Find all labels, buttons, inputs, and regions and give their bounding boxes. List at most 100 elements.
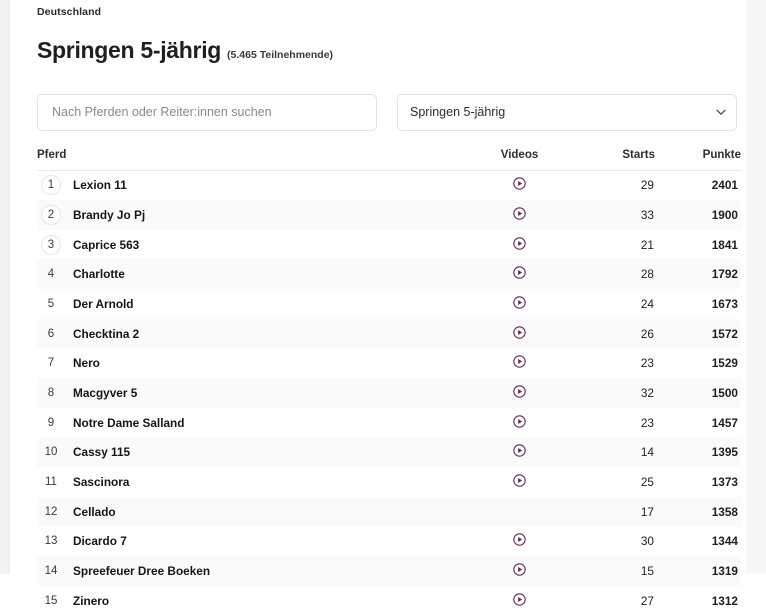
table-row[interactable]: 4Charlotte281792: [37, 259, 741, 289]
cell-horse: 7Nero: [37, 348, 472, 378]
table-row[interactable]: 8Macgyver 5321500: [37, 378, 741, 408]
cell-points: 1841: [655, 230, 741, 260]
page-title-row: Springen 5-jährig (5.465 Teilnehmende): [37, 21, 730, 80]
play-circle-icon[interactable]: [513, 593, 526, 606]
horse-cell: 5Der Arnold: [41, 294, 471, 314]
cell-points: 1792: [655, 259, 741, 289]
cell-horse: 12Cellado: [37, 497, 472, 527]
horse-name[interactable]: Checktina 2: [73, 327, 139, 341]
cell-points: 1572: [655, 319, 741, 349]
table-row[interactable]: 1Lexion 11292401: [37, 170, 741, 200]
rank-badge: 14: [41, 561, 61, 581]
cell-videos: [472, 586, 567, 616]
column-header-videos: Videos: [472, 149, 567, 171]
horse-cell: 9Notre Dame Salland: [41, 413, 471, 433]
rank-badge: 13: [41, 531, 61, 551]
horse-cell: 14 Spreefeuer Dree Boeken: [41, 561, 471, 581]
cell-videos: [472, 378, 567, 408]
cell-points: 1358: [655, 497, 741, 527]
cell-videos: [472, 200, 567, 230]
play-circle-icon[interactable]: [513, 296, 526, 309]
horse-cell: 1 Lexion 11: [41, 175, 471, 195]
horse-name[interactable]: Zinero: [73, 594, 109, 608]
play-circle-icon[interactable]: [513, 207, 526, 220]
horse-cell: 7Nero: [41, 353, 471, 373]
cell-videos: [472, 348, 567, 378]
page-title: Springen 5-jährig: [37, 36, 221, 64]
horse-cell: 15Zinero: [41, 591, 471, 611]
ranking-table: Pferd Videos Starts Punkte 1Lexion 11292…: [37, 149, 741, 616]
horse-name[interactable]: Notre Dame Salland: [73, 416, 184, 430]
participants-count: (5.465 Teilnehmende): [227, 48, 333, 62]
horse-name[interactable]: Der Arnold: [73, 297, 134, 311]
horse-cell: 13 Dicardo 7: [41, 531, 471, 551]
rank-badge: 4: [41, 264, 61, 284]
cell-points: 2401: [655, 170, 741, 200]
horse-name[interactable]: Lexion 11: [73, 178, 127, 192]
rank-badge: 6: [41, 324, 61, 344]
horse-name[interactable]: Sascinora: [73, 475, 129, 489]
table-row[interactable]: 10Cassy 115141395: [37, 438, 741, 468]
discipline-select[interactable]: Springen 5-jährig: [397, 94, 737, 131]
horse-cell: 10Cassy 115: [41, 442, 471, 462]
cell-starts: 15: [567, 556, 655, 586]
cell-horse: 1 Lexion 11: [37, 170, 472, 200]
table-row[interactable]: 9Notre Dame Salland 231457: [37, 408, 741, 438]
rank-badge: 2: [41, 205, 61, 225]
horse-name[interactable]: Caprice 563: [73, 238, 139, 252]
table-row[interactable]: 13 Dicardo 7 301344: [37, 527, 741, 557]
play-circle-icon[interactable]: [513, 563, 526, 576]
horse-name[interactable]: Macgyver 5: [73, 386, 137, 400]
table-row[interactable]: 15Zinero271312: [37, 586, 741, 616]
cell-starts: 21: [567, 230, 655, 260]
search-input[interactable]: [37, 94, 377, 131]
play-circle-icon[interactable]: [513, 533, 526, 546]
play-circle-icon[interactable]: [513, 177, 526, 190]
horse-name[interactable]: Nero: [73, 356, 100, 370]
cell-videos: [472, 319, 567, 349]
table-row[interactable]: 14Spreefeuer Dree Boeken151319: [37, 556, 741, 586]
horse-name[interactable]: Spreefeuer Dree Boeken: [73, 564, 210, 578]
horse-name[interactable]: Cellado: [73, 505, 116, 519]
page-frame: Deutschland Springen 5-jährig (5.465 Tei…: [0, 0, 766, 574]
cell-points: 1529: [655, 348, 741, 378]
table-row[interactable]: 3 Caprice 563 211841: [37, 230, 741, 260]
main-content: Deutschland Springen 5-jährig (5.465 Tei…: [10, 0, 746, 574]
cell-horse: 2 Brandy Jo Pj: [37, 200, 472, 230]
region-label: Deutschland: [37, 5, 730, 19]
play-circle-icon[interactable]: [513, 415, 526, 428]
table-row[interactable]: 12Cellado171358: [37, 497, 741, 527]
cell-points: 1344: [655, 527, 741, 557]
cell-starts: 30: [567, 527, 655, 557]
play-circle-icon[interactable]: [513, 326, 526, 339]
table-row[interactable]: 7Nero231529: [37, 348, 741, 378]
horse-name[interactable]: Brandy Jo Pj: [73, 208, 145, 222]
cell-horse: 15Zinero: [37, 586, 472, 616]
rank-badge: 3: [41, 235, 61, 255]
cell-videos: [472, 438, 567, 468]
horse-name[interactable]: Cassy 115: [73, 445, 130, 459]
cell-starts: 27: [567, 586, 655, 616]
cell-starts: 26: [567, 319, 655, 349]
discipline-select-wrapper: Springen 5-jährig: [397, 94, 737, 131]
table-row[interactable]: 11Sascinora251373: [37, 467, 741, 497]
play-circle-icon[interactable]: [513, 355, 526, 368]
cell-points: 1457: [655, 408, 741, 438]
play-circle-icon[interactable]: [513, 444, 526, 457]
cell-horse: 5Der Arnold: [37, 289, 472, 319]
table-body: 1Lexion 112924012Brandy Jo Pj3319003Capr…: [37, 170, 741, 615]
table-row[interactable]: 6 Checktina 2 261572: [37, 319, 741, 349]
table-row[interactable]: 5Der Arnold241673: [37, 289, 741, 319]
play-circle-icon[interactable]: [513, 237, 526, 250]
cell-starts: 23: [567, 408, 655, 438]
play-circle-icon[interactable]: [513, 266, 526, 279]
play-circle-icon[interactable]: [513, 474, 526, 487]
play-circle-icon[interactable]: [513, 385, 526, 398]
horse-name[interactable]: Charlotte: [73, 267, 125, 281]
horse-cell: 4 Charlotte: [41, 264, 471, 284]
cell-horse: 14 Spreefeuer Dree Boeken: [37, 556, 472, 586]
rank-badge: 1: [41, 175, 61, 195]
cell-points: 1900: [655, 200, 741, 230]
table-row[interactable]: 2Brandy Jo Pj331900: [37, 200, 741, 230]
horse-name[interactable]: Dicardo 7: [73, 534, 127, 548]
